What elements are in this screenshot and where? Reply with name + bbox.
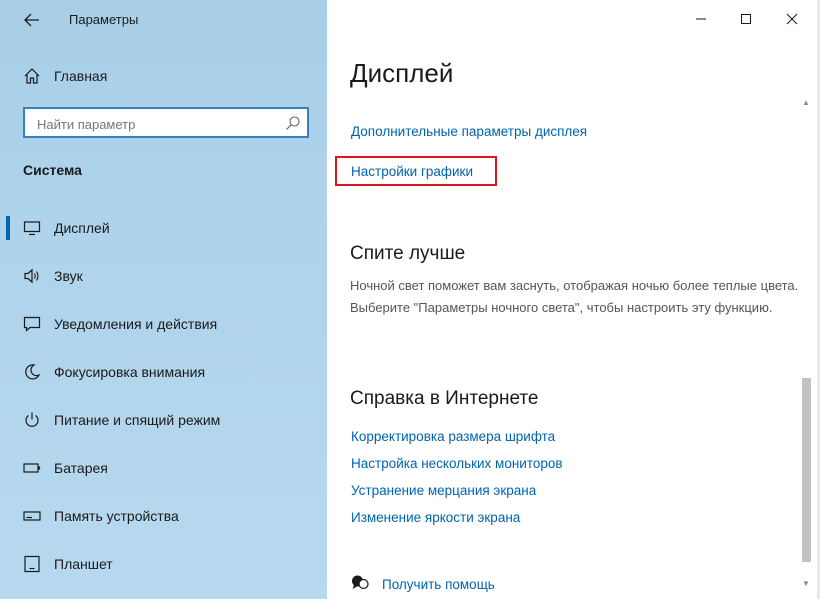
sidebar-item-tablet[interactable]: Планшет	[0, 540, 327, 588]
power-icon	[22, 410, 42, 430]
sidebar-item-label: Батарея	[54, 460, 108, 476]
sidebar-item-display[interactable]: Дисплей	[0, 204, 327, 252]
sidebar-item-battery[interactable]: Батарея	[0, 444, 327, 492]
sidebar-item-label: Фокусировка внимания	[54, 364, 206, 380]
sidebar: Параметры Главная Система Дисплей	[0, 0, 327, 599]
settings-window: Параметры Главная Система Дисплей	[0, 0, 820, 599]
sidebar-item-sound[interactable]: Звук	[0, 252, 327, 300]
link-advanced-display-settings[interactable]: Дополнительные параметры дисплея	[351, 124, 587, 139]
night-light-description: Ночной свет поможет вам заснуть, отображ…	[350, 278, 799, 315]
section-label-system: Система	[23, 162, 82, 178]
maximize-button[interactable]	[733, 6, 759, 32]
notification-icon	[22, 314, 42, 334]
close-icon	[786, 13, 798, 25]
maximize-icon	[741, 14, 751, 24]
sidebar-item-label: Питание и спящий режим	[54, 412, 221, 428]
sidebar-item-notifications[interactable]: Уведомления и действия	[0, 300, 327, 348]
arrow-left-icon	[24, 13, 39, 27]
section-heading-sleep-better: Спите лучше	[350, 243, 466, 264]
link-font-size[interactable]: Корректировка размера шрифта	[351, 429, 555, 444]
search-input[interactable]	[35, 114, 279, 134]
link-screen-brightness[interactable]: Изменение яркости экрана	[351, 510, 520, 525]
main-content: Дисплей Дополнительные параметры дисплея…	[327, 0, 820, 599]
speaker-icon	[22, 266, 42, 286]
tablet-icon	[22, 554, 42, 574]
sidebar-nav: Дисплей Звук Уведомления и действия Фоку…	[0, 204, 327, 588]
search-box[interactable]	[23, 107, 309, 138]
home-label: Главная	[54, 68, 108, 84]
vertical-scrollbar[interactable]: ▲ ▼	[800, 96, 812, 591]
moon-icon	[22, 362, 42, 382]
sidebar-item-label: Память устройства	[54, 508, 179, 524]
link-screen-flicker[interactable]: Устранение мерцания экрана	[351, 483, 536, 498]
storage-icon	[22, 506, 42, 526]
sidebar-item-label: Планшет	[54, 556, 113, 572]
scrollbar-thumb[interactable]	[802, 378, 811, 562]
home-nav-item[interactable]: Главная	[22, 66, 107, 86]
sidebar-item-label: Уведомления и действия	[54, 316, 218, 332]
scroll-up-arrow-icon[interactable]: ▲	[800, 96, 812, 108]
section-heading-online-help: Справка в Интернете	[350, 388, 539, 409]
home-icon	[22, 66, 42, 86]
sidebar-item-label: Звук	[54, 268, 83, 284]
link-multiple-monitors[interactable]: Настройка нескольких мониторов	[351, 456, 563, 471]
app-title: Параметры	[69, 12, 139, 27]
chat-help-icon	[350, 574, 370, 594]
monitor-icon	[22, 218, 42, 238]
minimize-icon	[696, 18, 706, 20]
get-help-label: Получить помощь	[382, 576, 495, 592]
scroll-down-arrow-icon[interactable]: ▼	[800, 577, 812, 589]
sidebar-item-focus-assist[interactable]: Фокусировка внимания	[0, 348, 327, 396]
close-button[interactable]	[779, 6, 805, 32]
link-graphics-settings[interactable]: Настройки графики	[351, 164, 473, 179]
sidebar-item-storage[interactable]: Память устройства	[0, 492, 327, 540]
search-icon[interactable]	[285, 115, 301, 131]
sidebar-item-power-sleep[interactable]: Питание и спящий режим	[0, 396, 327, 444]
page-title: Дисплей	[350, 58, 454, 88]
get-help-link[interactable]: Получить помощь	[350, 574, 495, 594]
back-button[interactable]	[20, 8, 44, 32]
battery-icon	[22, 458, 42, 478]
sidebar-item-label: Дисплей	[54, 220, 110, 236]
minimize-button[interactable]	[688, 6, 714, 32]
